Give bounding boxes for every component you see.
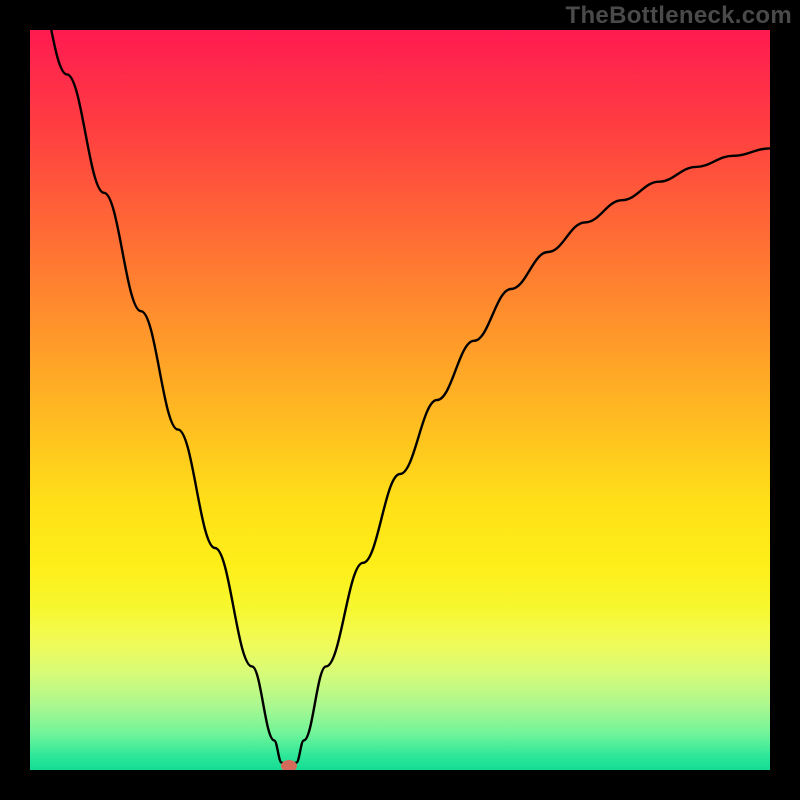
watermark-text: TheBottleneck.com xyxy=(566,2,792,30)
plot-area xyxy=(30,30,770,770)
optimal-point-marker xyxy=(281,760,297,770)
bottleneck-curve xyxy=(30,30,770,770)
chart-frame: TheBottleneck.com xyxy=(0,0,800,800)
